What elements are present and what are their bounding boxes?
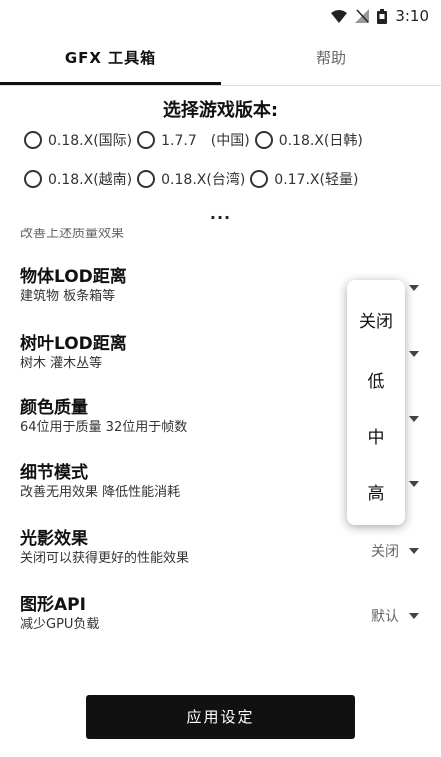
setting-value-graphics-api[interactable]: 默认 (371, 606, 399, 626)
popup-option-off[interactable]: 关闭 (347, 307, 405, 332)
radio-version-lite[interactable]: 0.17.X(轻量) (250, 169, 358, 189)
radio-circle-icon (137, 131, 156, 149)
tab-bar: GFX 工具箱 帮助 (0, 36, 441, 84)
dropdown-popup: 关闭 低 中 高 (347, 280, 405, 525)
radio-version-china[interactable]: 1.7.7 (中国) (137, 130, 250, 150)
radio-version-taiwan[interactable]: 0.18.X(台湾) (137, 169, 245, 189)
radio-circle-icon (137, 170, 156, 188)
status-icons: 3:10 (331, 7, 429, 25)
signal-icon (355, 9, 370, 23)
dropdown-arrow-icon[interactable] (409, 481, 419, 487)
status-bar: 3:10 (0, 0, 441, 34)
tabs-divider (0, 85, 441, 86)
setting-title: 图形API (20, 595, 86, 615)
radio-label: 0.18.X(国际) (48, 133, 133, 149)
version-row-2: 0.18.X(越南) 0.18.X(台湾) 0.17.X(轻量) (24, 169, 363, 189)
dropdown-arrow-icon[interactable] (409, 613, 419, 619)
radio-circle-icon (24, 170, 42, 188)
clipped-text: 改善上述质量效果 (20, 228, 220, 242)
dropdown-arrow-icon[interactable] (409, 416, 419, 422)
popup-option-high[interactable]: 高 (347, 479, 405, 504)
battery-icon (377, 8, 388, 24)
radio-version-intl[interactable]: 0.18.X(国际) (24, 130, 132, 150)
setting-lighting-effect[interactable]: 光影效果 关闭可以获得更好的性能效果 (20, 528, 420, 568)
radio-circle-icon (254, 131, 273, 149)
radio-version-vietnam[interactable]: 0.18.X(越南) (24, 169, 132, 189)
setting-desc: 关闭可以获得更好的性能效果 (20, 551, 190, 566)
tab-help[interactable]: 帮助 (221, 36, 441, 84)
setting-desc: 减少GPU负载 (20, 617, 100, 632)
more-ellipsis: ... (209, 204, 232, 223)
radio-label: 0.18.X(越南) (48, 172, 133, 188)
popup-option-low[interactable]: 低 (347, 367, 405, 392)
wifi-icon (331, 9, 348, 23)
popup-option-medium[interactable]: 中 (347, 423, 405, 448)
clipped-text-label: 改善上述质量效果 (20, 228, 125, 241)
dropdown-arrow-icon[interactable] (409, 285, 419, 291)
tab-gfx-toolbox[interactable]: GFX 工具箱 (0, 36, 221, 84)
setting-graphics-api[interactable]: 图形API 减少GPU负载 (20, 594, 420, 634)
version-title: 选择游戏版本: (162, 100, 279, 121)
radio-circle-icon (24, 131, 42, 149)
radio-label: 0.18.X(日韩) (278, 133, 363, 149)
apply-settings-button[interactable]: 应用设定 (86, 695, 355, 739)
dropdown-arrow-icon[interactable] (409, 351, 419, 357)
radio-label: 0.18.X(台湾) (161, 172, 246, 188)
radio-version-jpkr[interactable]: 0.18.X(日韩) (254, 130, 363, 150)
dropdown-arrow-icon[interactable] (409, 548, 419, 554)
setting-value-lighting[interactable]: 关闭 (371, 541, 399, 561)
version-row-1: 0.18.X(国际) 1.7.7 (中国) 0.18.X(日韩) (24, 130, 368, 150)
status-time: 3:10 (395, 7, 429, 25)
setting-title: 光影效果 (20, 529, 88, 549)
radio-circle-icon (250, 170, 269, 188)
radio-label: 1.7.7 (中国) (161, 133, 250, 149)
radio-label: 0.17.X(轻量) (274, 172, 359, 188)
